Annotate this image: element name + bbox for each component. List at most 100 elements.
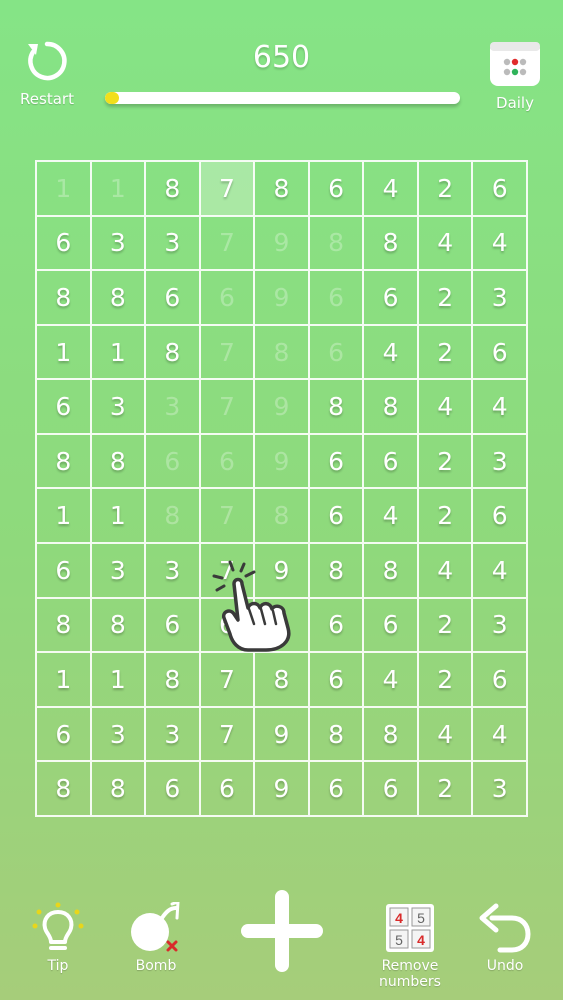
grid-cell[interactable]: 8 bbox=[90, 270, 146, 325]
grid-cell[interactable]: 8 bbox=[90, 761, 146, 816]
grid-cell[interactable]: 6 bbox=[36, 706, 91, 762]
grid-cell[interactable]: 6 bbox=[308, 652, 364, 707]
grid-cell[interactable]: 1 bbox=[36, 324, 91, 380]
grid-cell[interactable]: 6 bbox=[363, 761, 418, 816]
grid-cell[interactable]: 2 bbox=[417, 761, 473, 816]
grid-cell[interactable]: 4 bbox=[417, 215, 473, 271]
grid-cell[interactable]: 1 bbox=[36, 652, 91, 707]
grid-cell[interactable]: 3 bbox=[90, 379, 146, 434]
grid-cell[interactable]: 7 bbox=[199, 488, 255, 544]
grid-cell[interactable]: 1 bbox=[90, 324, 146, 380]
grid-cell[interactable]: 3 bbox=[472, 270, 527, 325]
grid-cell[interactable]: 2 bbox=[417, 270, 473, 325]
grid-cell[interactable]: 2 bbox=[417, 161, 473, 216]
grid-cell[interactable]: 8 bbox=[254, 488, 309, 544]
grid-cell[interactable]: 1 bbox=[36, 488, 91, 544]
grid-cell[interactable]: 6 bbox=[472, 324, 527, 380]
grid-cell[interactable]: 6 bbox=[145, 433, 200, 489]
grid-cell[interactable]: 4 bbox=[472, 543, 527, 598]
grid-cell[interactable]: 2 bbox=[417, 652, 473, 707]
bomb-button[interactable]: Bomb bbox=[126, 899, 186, 974]
grid-cell[interactable]: 6 bbox=[308, 324, 364, 380]
grid-cell[interactable]: 6 bbox=[472, 161, 527, 216]
grid-cell[interactable]: 6 bbox=[308, 161, 364, 216]
grid-cell[interactable]: 3 bbox=[145, 543, 200, 598]
grid-cell[interactable]: 8 bbox=[145, 488, 200, 544]
grid-cell[interactable]: 8 bbox=[36, 270, 91, 325]
grid-cell[interactable]: 3 bbox=[90, 543, 146, 598]
grid-cell[interactable]: 8 bbox=[145, 324, 200, 380]
grid-cell[interactable]: 7 bbox=[199, 652, 255, 707]
grid-cell[interactable]: 8 bbox=[363, 706, 418, 762]
grid-cell[interactable]: 6 bbox=[308, 270, 364, 325]
grid-cell[interactable]: 7 bbox=[199, 706, 255, 762]
grid-cell[interactable]: 6 bbox=[363, 597, 418, 653]
grid-cell[interactable]: 3 bbox=[472, 761, 527, 816]
grid-cell[interactable]: 8 bbox=[145, 161, 200, 216]
grid-cell[interactable]: 4 bbox=[417, 706, 473, 762]
grid-cell[interactable]: 8 bbox=[36, 433, 91, 489]
grid-cell[interactable]: 1 bbox=[36, 161, 91, 216]
grid-cell[interactable]: 8 bbox=[90, 433, 146, 489]
grid-cell[interactable]: 1 bbox=[90, 652, 146, 707]
undo-button[interactable]: Undo bbox=[474, 902, 536, 974]
grid-cell[interactable]: 9 bbox=[254, 597, 309, 653]
remove-numbers-button[interactable]: 4 5 5 4 Remove numbers bbox=[372, 902, 448, 990]
add-numbers-button[interactable] bbox=[239, 888, 325, 978]
grid-cell[interactable]: 8 bbox=[254, 324, 309, 380]
grid-cell[interactable]: 3 bbox=[145, 215, 200, 271]
grid-cell[interactable]: 2 bbox=[417, 488, 473, 544]
grid-cell[interactable]: 6 bbox=[199, 270, 255, 325]
grid-cell[interactable]: 8 bbox=[36, 761, 91, 816]
grid-cell[interactable]: 3 bbox=[472, 597, 527, 653]
grid-cell[interactable]: 4 bbox=[472, 706, 527, 762]
grid-cell[interactable]: 3 bbox=[145, 379, 200, 434]
grid-cell[interactable]: 6 bbox=[308, 761, 364, 816]
grid-cell[interactable]: 4 bbox=[363, 161, 418, 216]
grid-cell[interactable]: 6 bbox=[36, 543, 91, 598]
grid-cell[interactable]: 4 bbox=[363, 488, 418, 544]
grid-cell[interactable]: 9 bbox=[254, 215, 309, 271]
grid-cell[interactable]: 6 bbox=[472, 652, 527, 707]
grid-cell[interactable]: 7 bbox=[199, 324, 255, 380]
grid-cell[interactable]: 7 bbox=[199, 379, 255, 434]
grid-cell[interactable]: 8 bbox=[145, 652, 200, 707]
grid-cell[interactable]: 3 bbox=[145, 706, 200, 762]
grid-cell[interactable]: 7 bbox=[199, 543, 255, 598]
grid-cell[interactable]: 7 bbox=[199, 215, 255, 271]
grid-cell[interactable]: 8 bbox=[254, 161, 309, 216]
grid-cell[interactable]: 8 bbox=[90, 597, 146, 653]
grid-cell[interactable]: 6 bbox=[199, 761, 255, 816]
grid-cell[interactable]: 4 bbox=[363, 652, 418, 707]
grid-cell[interactable]: 9 bbox=[254, 706, 309, 762]
grid-cell[interactable]: 4 bbox=[472, 379, 527, 434]
grid-cell[interactable]: 8 bbox=[36, 597, 91, 653]
grid-cell[interactable]: 8 bbox=[308, 543, 364, 598]
grid-cell[interactable]: 2 bbox=[417, 433, 473, 489]
tip-button[interactable]: Tip bbox=[28, 902, 88, 974]
grid-cell[interactable]: 8 bbox=[254, 652, 309, 707]
grid-cell[interactable]: 3 bbox=[90, 215, 146, 271]
grid-cell[interactable]: 6 bbox=[472, 488, 527, 544]
grid-cell[interactable]: 6 bbox=[145, 597, 200, 653]
daily-button[interactable]: Daily bbox=[484, 36, 546, 112]
grid-cell[interactable]: 4 bbox=[417, 543, 473, 598]
grid-cell[interactable]: 6 bbox=[199, 597, 255, 653]
grid-cell[interactable]: 8 bbox=[363, 543, 418, 598]
grid-cell[interactable]: 6 bbox=[36, 215, 91, 271]
grid-cell[interactable]: 4 bbox=[472, 215, 527, 271]
grid-cell[interactable]: 9 bbox=[254, 379, 309, 434]
grid-cell[interactable]: 3 bbox=[90, 706, 146, 762]
grid-cell[interactable]: 9 bbox=[254, 270, 309, 325]
grid-cell[interactable]: 7 bbox=[199, 161, 255, 216]
grid-cell[interactable]: 9 bbox=[254, 761, 309, 816]
grid-cell[interactable]: 6 bbox=[145, 761, 200, 816]
grid-cell[interactable]: 6 bbox=[363, 433, 418, 489]
grid-cell[interactable]: 6 bbox=[308, 597, 364, 653]
grid-cell[interactable]: 9 bbox=[254, 433, 309, 489]
grid-cell[interactable]: 8 bbox=[363, 215, 418, 271]
grid-cell[interactable]: 8 bbox=[363, 379, 418, 434]
grid-cell[interactable]: 6 bbox=[145, 270, 200, 325]
grid-cell[interactable]: 9 bbox=[254, 543, 309, 598]
grid-cell[interactable]: 2 bbox=[417, 324, 473, 380]
